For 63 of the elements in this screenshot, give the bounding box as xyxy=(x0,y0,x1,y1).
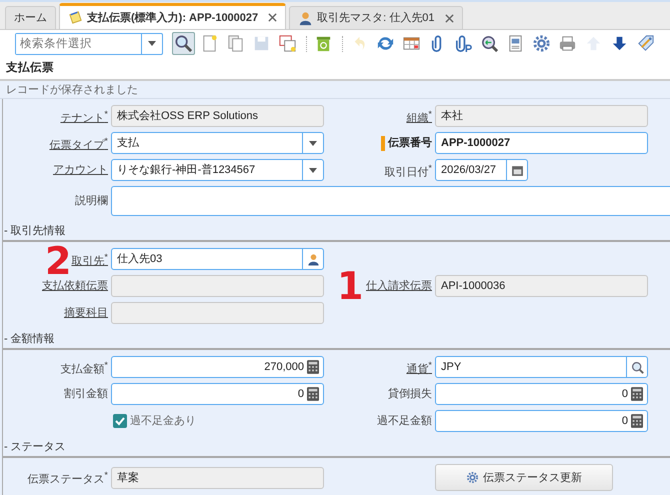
search-combo[interactable]: 検索条件選択 xyxy=(15,32,163,54)
input-field[interactable]: 0 xyxy=(111,383,324,405)
field-label[interactable]: 伝票タイプ$^{*}$ xyxy=(49,134,108,152)
field-label: 伝票ステータス$^{*}$ xyxy=(27,469,108,487)
description-field[interactable] xyxy=(111,186,670,216)
input-field[interactable]: 270,000 xyxy=(111,356,324,378)
caret-icon xyxy=(309,140,317,146)
tab[interactable]: 取引先マスタ: 仕入先01 xyxy=(289,6,463,29)
calendar-icon[interactable] xyxy=(510,164,524,176)
annotation-number: 1 xyxy=(337,267,364,305)
calculator-icon[interactable] xyxy=(631,414,643,428)
input-field[interactable] xyxy=(111,275,324,297)
status-message: レコードが保存されました xyxy=(6,82,138,96)
input-field[interactable]: 仕入先03 xyxy=(111,248,324,270)
input-field[interactable]: 本社 xyxy=(435,105,648,127)
checkmark-icon xyxy=(114,415,126,427)
field-label[interactable]: 支払依頼伝票 xyxy=(42,279,108,293)
search-icon[interactable] xyxy=(630,360,644,374)
annotation-number: 2 xyxy=(45,242,72,280)
field-label[interactable]: 組織$^{*}$ xyxy=(406,106,432,126)
tab[interactable]: 支払伝票(標準入力): APP-1000027 xyxy=(59,3,286,29)
input-field[interactable]: API-1000036 xyxy=(435,275,648,297)
input-field[interactable]: 支払 xyxy=(111,132,324,154)
close-icon[interactable] xyxy=(268,13,278,22)
field-label: 説明欄 xyxy=(75,194,108,208)
section-header[interactable]: - ステータス xyxy=(3,440,66,454)
field-label[interactable]: テナント$^{*}$ xyxy=(60,106,108,126)
field-label: 貸倒損失 xyxy=(388,387,432,401)
field-label[interactable]: 摘要科目 xyxy=(64,306,108,320)
gear-icon xyxy=(466,471,479,484)
person-icon xyxy=(298,10,314,26)
input-field[interactable]: 草案 xyxy=(111,466,324,488)
field-label: 伝票番号 xyxy=(388,136,432,150)
input-field[interactable]: 0 xyxy=(435,410,648,432)
input-field[interactable]: APP-1000027 xyxy=(435,132,648,154)
field-label[interactable]: 仕入請求伝票 xyxy=(366,279,432,293)
field-label: 支払金額$^{*}$ xyxy=(60,358,108,376)
caret-icon xyxy=(309,168,317,172)
caret-icon xyxy=(148,41,156,46)
input-field[interactable]: 株式会社OSS ERP Solutions xyxy=(111,105,324,127)
field-label: 過不足金額 xyxy=(377,414,432,428)
input-field[interactable]: 0 xyxy=(435,383,648,405)
input-field[interactable]: JPY xyxy=(435,356,648,378)
person-icon[interactable] xyxy=(306,252,320,266)
window-title: 支払伝票 xyxy=(6,61,54,75)
checkbox[interactable]: 過不足金あり xyxy=(111,414,196,428)
field-label: 取引日付$^{*}$ xyxy=(384,162,432,180)
note-icon xyxy=(68,10,83,25)
field-label[interactable]: 取引先$^{*}$ xyxy=(71,250,108,268)
update-status-button[interactable]: 伝票ステータス更新 xyxy=(435,464,613,491)
close-icon[interactable] xyxy=(444,14,454,22)
field-label[interactable]: 通貨$^{*}$ xyxy=(406,358,432,376)
field-label: 割引金額 xyxy=(64,387,108,401)
section-header[interactable]: - 取引先情報 xyxy=(3,224,66,238)
input-field[interactable]: 2026/03/27 xyxy=(435,159,528,181)
calculator-icon[interactable] xyxy=(307,360,319,374)
calculator-icon[interactable] xyxy=(307,387,319,401)
section-header[interactable]: - 金額情報 xyxy=(3,332,55,346)
field-label[interactable]: アカウント xyxy=(53,163,108,177)
calculator-icon[interactable] xyxy=(631,387,643,401)
input-field[interactable] xyxy=(111,302,324,324)
input-field[interactable]: りそな銀行-神田-普1234567 xyxy=(111,159,324,181)
tab[interactable]: ホーム xyxy=(5,6,56,29)
